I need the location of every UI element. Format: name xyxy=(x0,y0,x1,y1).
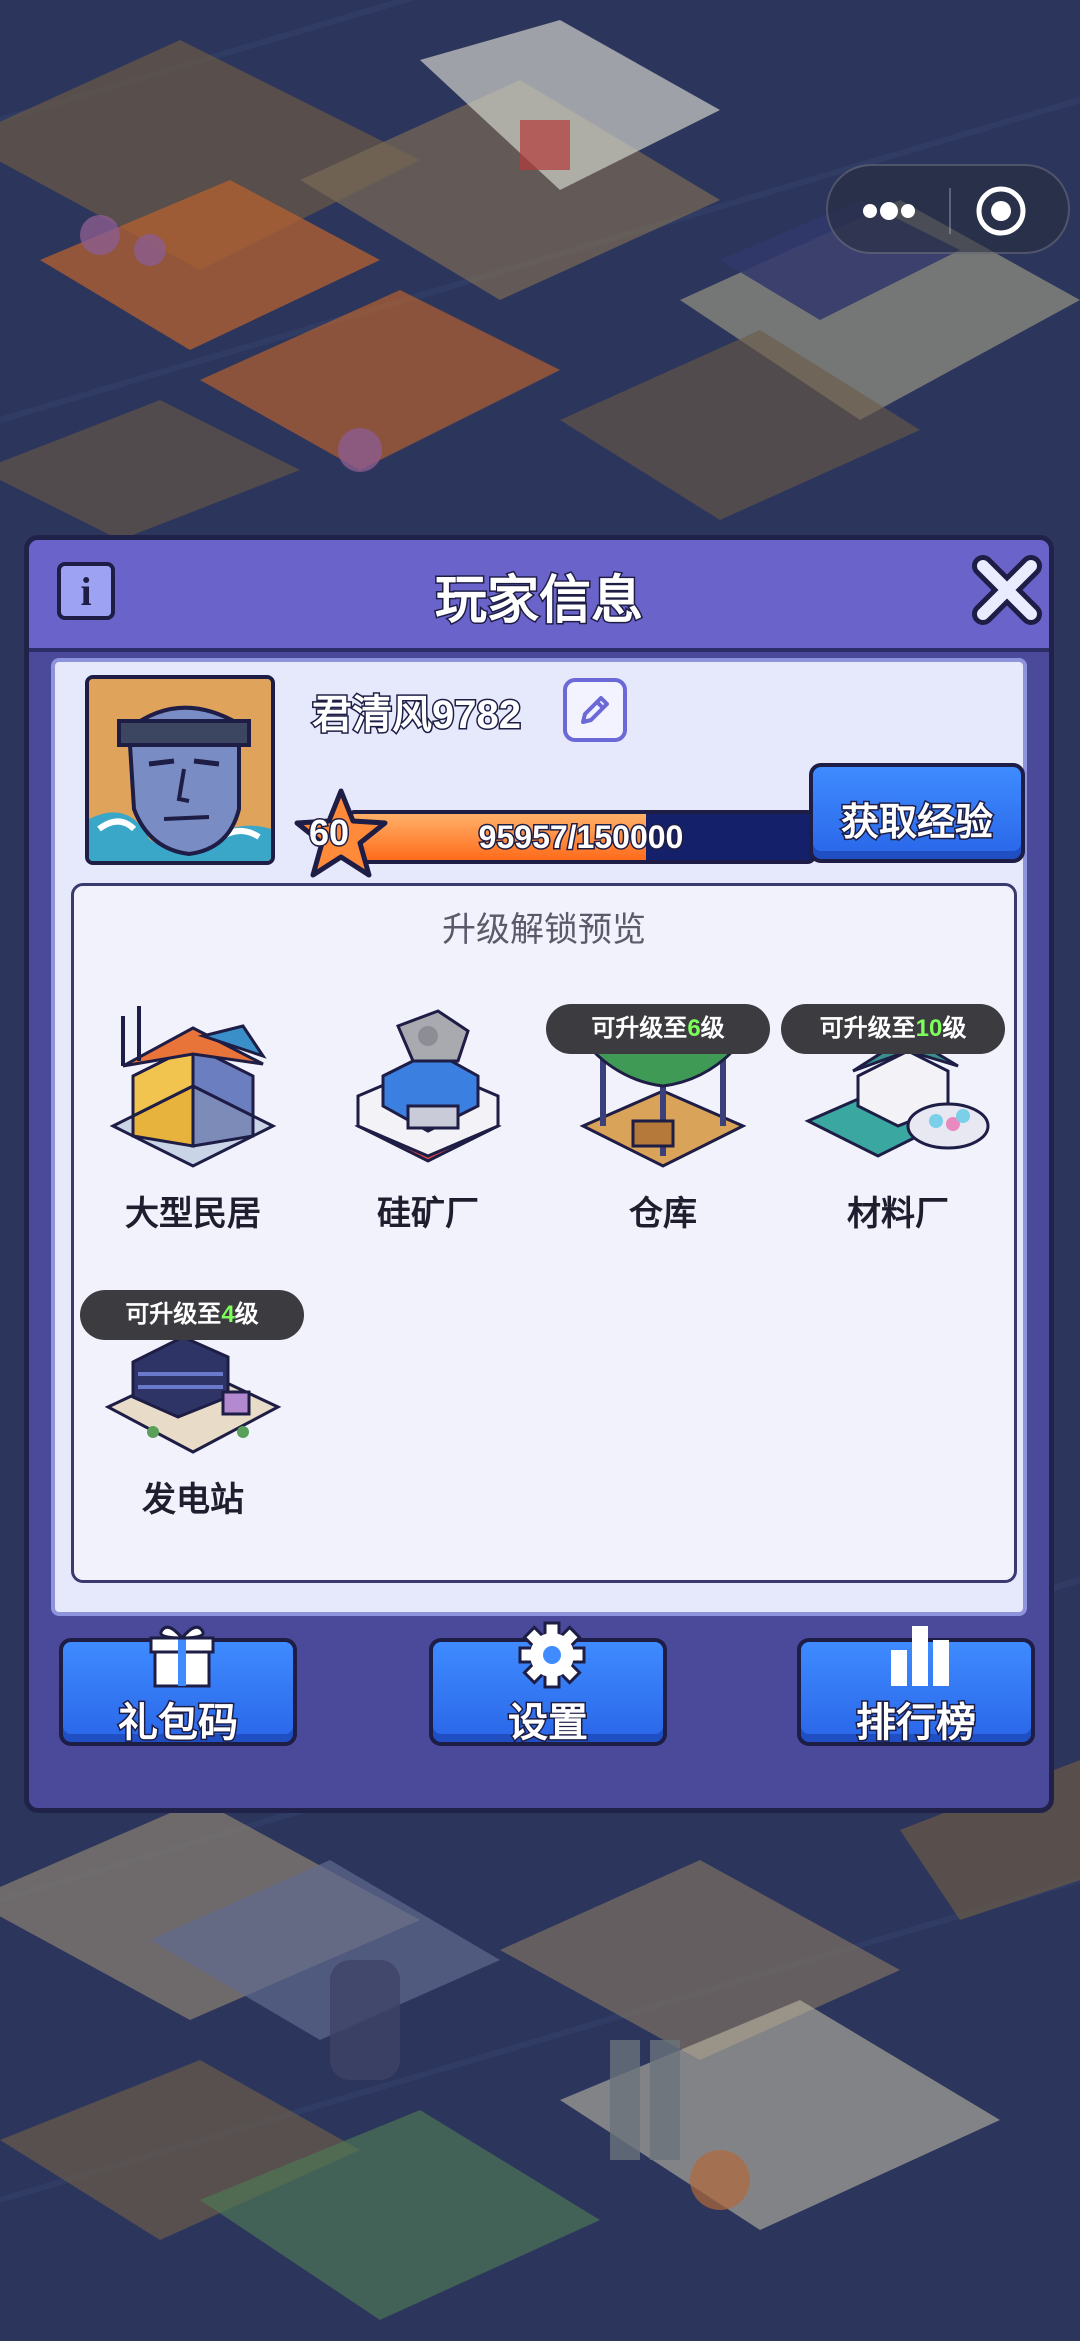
gift-code-label: 礼包码 xyxy=(117,1700,240,1747)
pencil-icon xyxy=(581,696,609,724)
upgrade-badge: 可升级至6级 xyxy=(546,1004,770,1054)
player-avatar[interactable] xyxy=(85,675,275,865)
edit-name-button[interactable] xyxy=(563,678,627,742)
preview-item-material-factory[interactable]: 可升级至10级 材料厂 xyxy=(781,1004,1013,1246)
upgrade-badge: 可升级至10级 xyxy=(781,1004,1005,1054)
gear-icon xyxy=(518,1621,586,1689)
miniprogram-capsule xyxy=(826,164,1070,254)
leaderboard-label: 排行榜 xyxy=(855,1700,978,1747)
settings-button[interactable]: 设置 xyxy=(429,1621,667,1747)
close-icon xyxy=(972,555,1042,625)
player-info-dialog: i 玩家信息 君清风9782 95957/150000 60 获取经验 升级解锁… xyxy=(24,535,1054,1813)
preview-item-label: 硅矿厂 xyxy=(377,1195,479,1233)
experience-text: 95957/150000 xyxy=(477,818,685,857)
more-options-icon[interactable] xyxy=(858,190,920,232)
gift-code-button[interactable]: 礼包码 xyxy=(59,1625,297,1747)
dialog-title: 玩家信息 xyxy=(433,571,644,632)
preview-item-silicon-mine[interactable]: 硅矿厂 xyxy=(313,1006,543,1246)
leaderboard-button[interactable]: 排行榜 xyxy=(797,1626,1035,1747)
upgrade-badge: 可升级至4级 xyxy=(80,1290,304,1340)
preview-title: 升级解锁预览 xyxy=(442,911,646,949)
gift-icon xyxy=(149,1625,215,1688)
close-button[interactable] xyxy=(969,552,1045,628)
player-level: 60 xyxy=(307,811,350,855)
preview-item-power-station[interactable]: 可升级至4级 发电站 xyxy=(78,1290,308,1532)
preview-item-label: 仓库 xyxy=(629,1195,697,1233)
silicon-mine-icon xyxy=(354,1009,502,1163)
player-name: 君清风9782 xyxy=(311,692,523,739)
get-experience-button[interactable]: 获取经验 xyxy=(809,763,1025,863)
preview-item-large-house[interactable]: 大型民居 xyxy=(78,1006,308,1246)
dialog-header: i 玩家信息 xyxy=(29,540,1049,652)
preview-item-label: 材料厂 xyxy=(847,1195,949,1233)
preview-item-warehouse[interactable]: 可升级至6级 仓库 xyxy=(546,1004,778,1246)
preview-item-label: 大型民居 xyxy=(125,1195,261,1233)
capsule-divider xyxy=(949,188,951,234)
leaderboard-icon xyxy=(891,1626,949,1686)
experience-bar: 95957/150000 xyxy=(345,810,817,864)
settings-label: 设置 xyxy=(507,1700,590,1747)
preview-item-label: 发电站 xyxy=(142,1481,244,1519)
upgrade-unlock-preview: 升级解锁预览 大型民居 硅矿厂 可升级至6级 仓库 可升级至10级 材料厂 可升… xyxy=(71,883,1017,1583)
exit-miniprogram-icon[interactable] xyxy=(974,184,1028,238)
large-house-icon xyxy=(109,1006,277,1168)
get-experience-label: 获取经验 xyxy=(839,801,994,846)
